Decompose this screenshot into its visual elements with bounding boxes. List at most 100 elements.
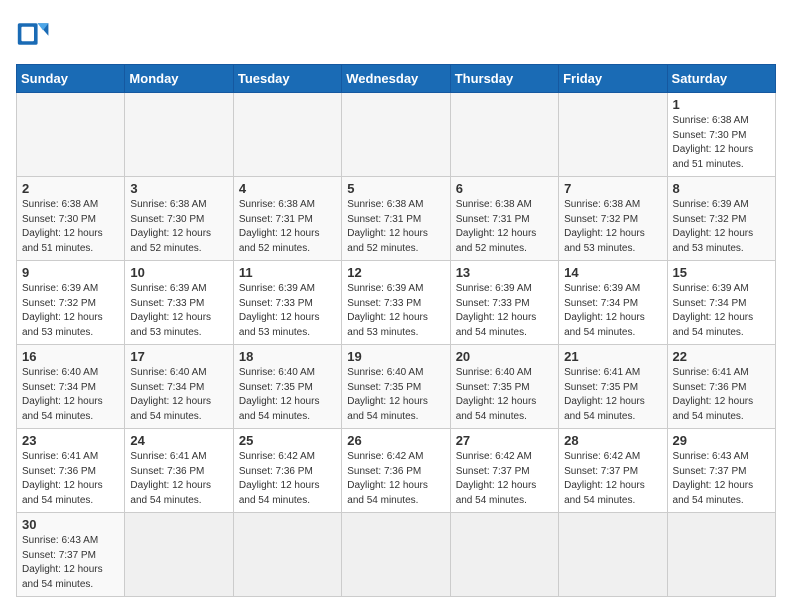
calendar-cell: 17 Sunrise: 6:40 AMSunset: 7:34 PMDayligh… bbox=[125, 345, 233, 429]
day-info: Sunrise: 6:39 AMSunset: 7:33 PMDaylight:… bbox=[456, 282, 553, 340]
calendar-cell: 14 Sunrise: 6:39 AMSunset: 7:34 PMDayligh… bbox=[559, 261, 667, 345]
calendar-cell: 8Sunrise: 6:39 AMSunset: 7:32 PMDaylight… bbox=[667, 177, 775, 261]
day-number: 20 bbox=[456, 349, 553, 364]
day-number: 2 bbox=[22, 181, 119, 196]
calendar-cell: 13 Sunrise: 6:39 AMSunset: 7:33 PMDayligh… bbox=[450, 261, 558, 345]
day-info: Sunrise: 6:38 AMSunset: 7:31 PMDaylight:… bbox=[239, 198, 336, 256]
day-info: Sunrise: 6:38 AMSunset: 7:30 PMDaylight:… bbox=[130, 198, 227, 256]
day-info: Sunrise: 6:43 AMSunset: 7:37 PMDaylight:… bbox=[673, 450, 770, 508]
day-info: Sunrise: 6:41 AMSunset: 7:36 PMDaylight:… bbox=[130, 450, 227, 508]
day-info: Sunrise: 6:38 AMSunset: 7:30 PMDaylight:… bbox=[22, 198, 119, 256]
day-info: Sunrise: 6:39 AMSunset: 7:32 PMDaylight:… bbox=[673, 198, 770, 256]
page-header bbox=[16, 16, 776, 52]
day-info: Sunrise: 6:38 AMSunset: 7:31 PMDaylight:… bbox=[347, 198, 444, 256]
day-number: 16 bbox=[22, 349, 119, 364]
calendar-cell: 24Sunrise: 6:41 AMSunset: 7:36 PMDayligh… bbox=[125, 429, 233, 513]
calendar-cell: 1 Sunrise: 6:38 AMSunset: 7:30 PMDaylight… bbox=[667, 93, 775, 177]
calendar-cell: 6Sunrise: 6:38 AMSunset: 7:31 PMDaylight… bbox=[450, 177, 558, 261]
day-number: 14 bbox=[564, 265, 661, 280]
day-number: 23 bbox=[22, 433, 119, 448]
day-info: Sunrise: 6:40 AMSunset: 7:34 PMDaylight:… bbox=[22, 366, 119, 424]
day-info: Sunrise: 6:40 AMSunset: 7:35 PMDaylight:… bbox=[239, 366, 336, 424]
weekday-header-monday: Monday bbox=[125, 65, 233, 93]
day-info: Sunrise: 6:39 AMSunset: 7:33 PMDaylight:… bbox=[130, 282, 227, 340]
day-number: 30 bbox=[22, 517, 119, 532]
day-number: 29 bbox=[673, 433, 770, 448]
calendar-header-row: SundayMondayTuesdayWednesdayThursdayFrid… bbox=[17, 65, 776, 93]
day-number: 13 bbox=[456, 265, 553, 280]
calendar-cell: 19Sunrise: 6:40 AMSunset: 7:35 PMDayligh… bbox=[342, 345, 450, 429]
day-number: 3 bbox=[130, 181, 227, 196]
calendar-cell bbox=[450, 93, 558, 177]
day-info: Sunrise: 6:42 AMSunset: 7:37 PMDaylight:… bbox=[564, 450, 661, 508]
day-info: Sunrise: 6:43 AMSunset: 7:37 PMDaylight:… bbox=[22, 534, 119, 592]
calendar-cell: 3 Sunrise: 6:38 AMSunset: 7:30 PMDaylight… bbox=[125, 177, 233, 261]
calendar-row: 1 Sunrise: 6:38 AMSunset: 7:30 PMDaylight… bbox=[17, 93, 776, 177]
calendar-cell: 4Sunrise: 6:38 AMSunset: 7:31 PMDaylight… bbox=[233, 177, 341, 261]
calendar-cell: 12 Sunrise: 6:39 AMSunset: 7:33 PMDayligh… bbox=[342, 261, 450, 345]
day-info: Sunrise: 6:41 AMSunset: 7:35 PMDaylight:… bbox=[564, 366, 661, 424]
calendar-cell bbox=[17, 93, 125, 177]
calendar-cell bbox=[450, 513, 558, 597]
day-number: 1 bbox=[673, 97, 770, 112]
day-info: Sunrise: 6:40 AMSunset: 7:34 PMDaylight:… bbox=[130, 366, 227, 424]
day-info: Sunrise: 6:39 AMSunset: 7:34 PMDaylight:… bbox=[673, 282, 770, 340]
calendar-cell: 9 Sunrise: 6:39 AMSunset: 7:32 PMDaylight… bbox=[17, 261, 125, 345]
day-info: Sunrise: 6:41 AMSunset: 7:36 PMDaylight:… bbox=[22, 450, 119, 508]
day-number: 5 bbox=[347, 181, 444, 196]
logo bbox=[16, 16, 58, 52]
day-number: 7 bbox=[564, 181, 661, 196]
weekday-header-wednesday: Wednesday bbox=[342, 65, 450, 93]
calendar-row: 30 Sunrise: 6:43 AMSunset: 7:37 PMDayligh… bbox=[17, 513, 776, 597]
calendar-row: 9 Sunrise: 6:39 AMSunset: 7:32 PMDaylight… bbox=[17, 261, 776, 345]
day-info: Sunrise: 6:39 AMSunset: 7:33 PMDaylight:… bbox=[347, 282, 444, 340]
day-info: Sunrise: 6:41 AMSunset: 7:36 PMDaylight:… bbox=[673, 366, 770, 424]
calendar-cell bbox=[125, 513, 233, 597]
calendar-cell: 27 Sunrise: 6:42 AMSunset: 7:37 PMDayligh… bbox=[450, 429, 558, 513]
calendar-cell: 10Sunrise: 6:39 AMSunset: 7:33 PMDayligh… bbox=[125, 261, 233, 345]
calendar-cell: 20 Sunrise: 6:40 AMSunset: 7:35 PMDayligh… bbox=[450, 345, 558, 429]
day-info: Sunrise: 6:38 AMSunset: 7:30 PMDaylight:… bbox=[673, 114, 770, 172]
day-number: 15 bbox=[673, 265, 770, 280]
weekday-header-friday: Friday bbox=[559, 65, 667, 93]
calendar-row: 23 Sunrise: 6:41 AMSunset: 7:36 PMDayligh… bbox=[17, 429, 776, 513]
day-info: Sunrise: 6:40 AMSunset: 7:35 PMDaylight:… bbox=[456, 366, 553, 424]
calendar-row: 2 Sunrise: 6:38 AMSunset: 7:30 PMDaylight… bbox=[17, 177, 776, 261]
calendar-cell: 23 Sunrise: 6:41 AMSunset: 7:36 PMDayligh… bbox=[17, 429, 125, 513]
day-number: 21 bbox=[564, 349, 661, 364]
calendar-cell bbox=[233, 513, 341, 597]
day-info: Sunrise: 6:42 AMSunset: 7:36 PMDaylight:… bbox=[239, 450, 336, 508]
day-info: Sunrise: 6:39 AMSunset: 7:32 PMDaylight:… bbox=[22, 282, 119, 340]
day-info: Sunrise: 6:39 AMSunset: 7:33 PMDaylight:… bbox=[239, 282, 336, 340]
calendar-cell bbox=[342, 513, 450, 597]
day-info: Sunrise: 6:42 AMSunset: 7:37 PMDaylight:… bbox=[456, 450, 553, 508]
calendar-cell bbox=[559, 93, 667, 177]
calendar-cell: 11 Sunrise: 6:39 AMSunset: 7:33 PMDayligh… bbox=[233, 261, 341, 345]
calendar-table: SundayMondayTuesdayWednesdayThursdayFrid… bbox=[16, 64, 776, 597]
calendar-cell: 5 Sunrise: 6:38 AMSunset: 7:31 PMDaylight… bbox=[342, 177, 450, 261]
calendar-cell bbox=[667, 513, 775, 597]
calendar-cell: 7 Sunrise: 6:38 AMSunset: 7:32 PMDaylight… bbox=[559, 177, 667, 261]
day-number: 22 bbox=[673, 349, 770, 364]
weekday-header-saturday: Saturday bbox=[667, 65, 775, 93]
weekday-header-tuesday: Tuesday bbox=[233, 65, 341, 93]
calendar-cell: 28 Sunrise: 6:42 AMSunset: 7:37 PMDayligh… bbox=[559, 429, 667, 513]
calendar-cell: 2 Sunrise: 6:38 AMSunset: 7:30 PMDaylight… bbox=[17, 177, 125, 261]
calendar-cell: 30 Sunrise: 6:43 AMSunset: 7:37 PMDayligh… bbox=[17, 513, 125, 597]
day-number: 27 bbox=[456, 433, 553, 448]
day-info: Sunrise: 6:38 AMSunset: 7:32 PMDaylight:… bbox=[564, 198, 661, 256]
calendar-row: 16 Sunrise: 6:40 AMSunset: 7:34 PMDayligh… bbox=[17, 345, 776, 429]
day-number: 12 bbox=[347, 265, 444, 280]
day-info: Sunrise: 6:39 AMSunset: 7:34 PMDaylight:… bbox=[564, 282, 661, 340]
calendar-cell bbox=[233, 93, 341, 177]
calendar-cell: 25Sunrise: 6:42 AMSunset: 7:36 PMDayligh… bbox=[233, 429, 341, 513]
calendar-cell: 21 Sunrise: 6:41 AMSunset: 7:35 PMDayligh… bbox=[559, 345, 667, 429]
day-number: 28 bbox=[564, 433, 661, 448]
day-number: 6 bbox=[456, 181, 553, 196]
day-number: 26 bbox=[347, 433, 444, 448]
day-number: 11 bbox=[239, 265, 336, 280]
calendar-cell bbox=[342, 93, 450, 177]
day-number: 19 bbox=[347, 349, 444, 364]
day-number: 17 bbox=[130, 349, 227, 364]
day-number: 9 bbox=[22, 265, 119, 280]
